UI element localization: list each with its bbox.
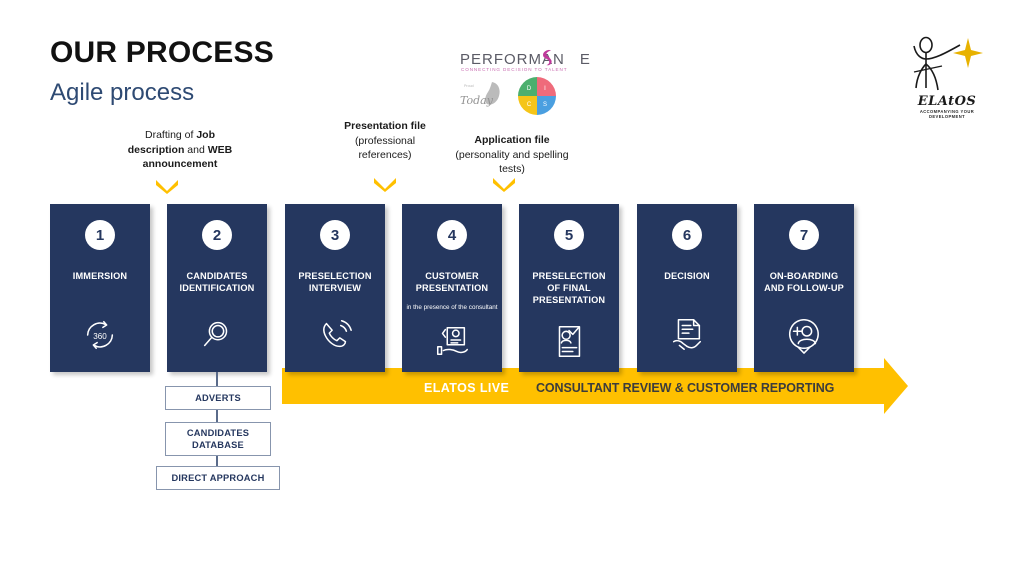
callout-line: Presentation file: [344, 120, 426, 132]
card-label: ON-BOARDING AND FOLLOW-UP: [764, 271, 844, 293]
card-number-badge: 1: [85, 220, 115, 250]
subbox-direct-approach[interactable]: DIRECT APPROACH: [156, 466, 280, 490]
connector-line-1: [216, 372, 218, 386]
subbox-label: ADVERTS: [195, 393, 241, 403]
phone-call-icon: [316, 316, 354, 354]
callout-line: (personality and spelling: [455, 148, 569, 161]
card-number-badge: 2: [202, 220, 232, 250]
card-label: DECISION: [664, 271, 710, 281]
svg-text:D: D: [527, 86, 532, 92]
card-number-badge: 4: [437, 220, 467, 250]
callout-application-file: Application file (personality and spellin…: [437, 133, 587, 177]
chevron-down-icon: [493, 178, 515, 192]
process-card-5[interactable]: 5 PRESELECTION OF FINAL PRESENTATION: [519, 204, 619, 372]
svg-text:360: 360: [93, 332, 107, 341]
band-live-label: ELATOS LIVE: [424, 381, 510, 395]
performanse-script-logo: Proud Today: [458, 78, 514, 114]
performanse-logo: PERFORMAN E CONNECTING DECISION TO TALENT…: [455, 48, 590, 118]
elatos-name: ELAtOS: [917, 94, 977, 109]
subbox-candidates-database[interactable]: CANDIDATES DATABASE: [165, 422, 271, 456]
callout-line: Drafting of Job: [144, 129, 216, 141]
process-card-3[interactable]: 3 PRESELECTION INTERVIEW: [285, 204, 385, 372]
process-card-2[interactable]: 2 CANDIDATES IDENTIFICATION: [167, 204, 267, 372]
candidate-report-icon: [550, 322, 588, 360]
handshake-document-icon: [668, 316, 706, 354]
hand-document-icon: [433, 322, 471, 360]
process-band-arrow-tip: [884, 358, 908, 414]
elatos-tagline: ACCOMPANYING YOUR DEVELOPMENT: [919, 109, 975, 119]
performanse-wordmark: PERFORMAN E: [460, 51, 591, 68]
card-sublabel: in the presence of the consultant: [406, 304, 498, 311]
callout-line: announcement: [142, 158, 218, 170]
process-card-6[interactable]: 6 DECISION: [637, 204, 737, 372]
magnifier-icon: [198, 316, 236, 354]
add-person-icon: [785, 316, 823, 354]
slide-canvas: OUR PROCESS Agile process PERFORMAN E CON…: [0, 0, 1024, 576]
process-card-1[interactable]: 1 IMMERSION 360: [50, 204, 150, 372]
chevron-down-icon: [374, 178, 396, 192]
card-label: PRESELECTION OF FINAL PRESENTATION: [532, 271, 606, 305]
card-label: IMMERSION: [72, 271, 128, 281]
card-number-badge: 5: [554, 220, 584, 250]
subbox-adverts[interactable]: ADVERTS: [165, 386, 271, 410]
page-subtitle: Agile process: [50, 79, 195, 106]
connector-line-2: [216, 408, 218, 422]
performanse-wordmark-end: E: [579, 51, 591, 68]
rotate-360-icon: 360: [81, 316, 119, 354]
performanse-swirl-icon: [543, 49, 552, 66]
elatos-figure-icon: [913, 36, 983, 91]
card-label: PRESELECTION INTERVIEW: [298, 271, 372, 293]
callout-job-description: Drafting of Job description and WEB announ…: [100, 128, 260, 172]
chevron-down-icon: [156, 180, 178, 194]
subbox-label: DIRECT APPROACH: [171, 473, 265, 483]
card-number-badge: 7: [789, 220, 819, 250]
card-number-badge: 3: [320, 220, 350, 250]
script-small-text: Proud: [464, 84, 474, 88]
card-number-badge: 6: [672, 220, 702, 250]
card-label: CUSTOMER PRESENTATION: [415, 271, 489, 293]
performanse-tagline: CONNECTING DECISION TO TALENT: [461, 67, 568, 72]
subbox-label: CANDIDATES DATABASE: [186, 428, 250, 450]
process-card-4[interactable]: 4 CUSTOMER PRESENTATION in the presence of …: [402, 204, 502, 372]
callout-presentation-file: Presentation file (professional references…: [329, 119, 441, 163]
page-title: OUR PROCESS: [50, 36, 274, 69]
callout-line: (professional: [354, 134, 416, 147]
script-name-text: Today: [460, 94, 493, 107]
card-label: CANDIDATES IDENTIFICATION: [179, 271, 255, 293]
callout-line: description and WEB: [127, 143, 233, 156]
elatos-logo: ELAtOS ACCOMPANYING YOUR DEVELOPMENT: [898, 32, 994, 124]
process-card-7[interactable]: 7 ON-BOARDING AND FOLLOW-UP: [754, 204, 854, 372]
callout-line: references): [358, 149, 412, 161]
disc-wheel-icon: D I C S: [518, 77, 556, 115]
callout-line: tests): [499, 163, 525, 175]
svg-text:C: C: [527, 102, 532, 108]
band-review-label: CONSULTANT REVIEW & CUSTOMER REPORTING: [536, 381, 835, 395]
svg-text:S: S: [543, 102, 547, 108]
callout-line: Application file: [474, 134, 550, 146]
